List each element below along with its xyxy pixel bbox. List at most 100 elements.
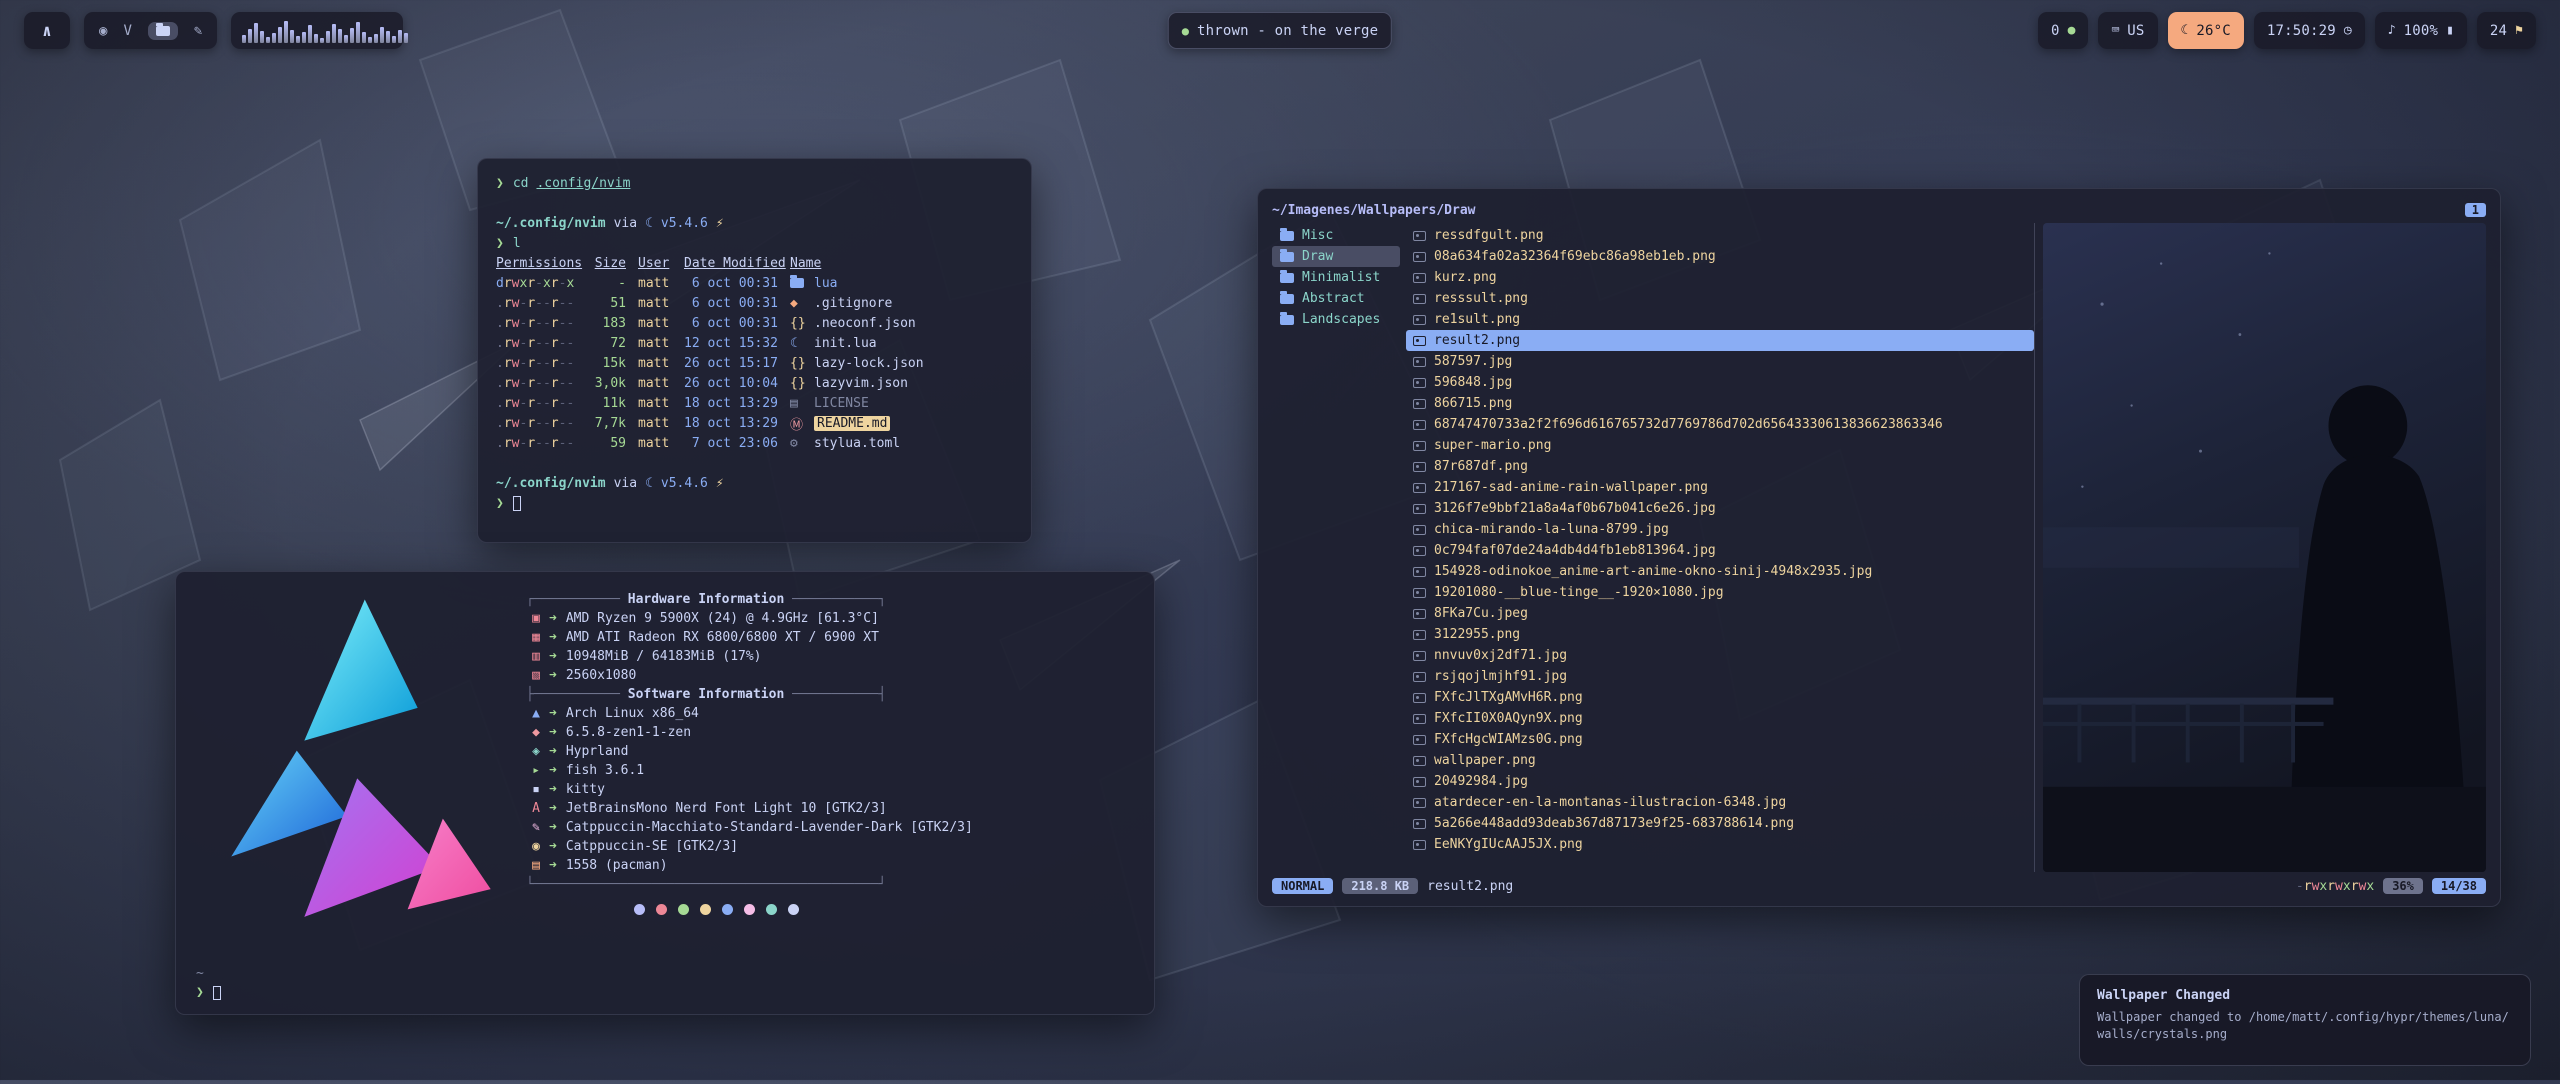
sidebar-folder-abstract[interactable]: Abstract xyxy=(1272,288,1400,309)
file-row[interactable]: .rw-r--r--51matt 6 oct 00:31◆.gitignore xyxy=(496,293,1013,313)
file-list-item[interactable]: 87r687df.png xyxy=(1406,456,2034,477)
file-row[interactable]: drwxr-xr-x-matt 6 oct 00:31lua xyxy=(496,273,1013,293)
file-name: LICENSE xyxy=(814,396,1013,411)
file-manager-window[interactable]: ~/Imagenes/Wallpapers/Draw 1 MiscDrawMin… xyxy=(1257,188,2501,907)
fetch-value: 1558 (pacman) xyxy=(566,858,668,873)
file-owner: matt xyxy=(638,416,684,431)
file-list-item[interactable]: result2.png xyxy=(1406,330,2034,351)
fetch-value: fish 3.6.1 xyxy=(566,763,644,778)
file-name: README.md xyxy=(814,416,890,431)
module-clock[interactable]: 17:50:29◷ xyxy=(2254,12,2365,49)
file-row[interactable]: .rw-r--r--11kmatt18 oct 13:29▤LICENSE xyxy=(496,393,1013,413)
notification-popup[interactable]: Wallpaper Changed Wallpaper changed to /… xyxy=(2079,974,2531,1066)
graph-bar xyxy=(332,24,336,43)
terminal-window-fetch[interactable]: ┌─────────── Hardware Information ──────… xyxy=(175,571,1155,1015)
fetch-item: ▧➜2560x1080 xyxy=(526,666,1134,685)
sidebar-folder-minimalist[interactable]: Minimalist xyxy=(1272,267,1400,288)
file-date: 6 oct 00:31 xyxy=(684,316,790,331)
file-list-item[interactable]: EeNKYgIUcAAJ5JX.png xyxy=(1406,834,2034,855)
image-file-icon xyxy=(1413,567,1426,577)
file-list-item[interactable]: ressdfgult.png xyxy=(1406,225,2034,246)
file-list-item[interactable]: rsjqojlmjhf91.jpg xyxy=(1406,666,2034,687)
bolt-icon: ⚡ xyxy=(716,476,724,491)
file-row[interactable]: .rw-r--r--3,0kmatt26 oct 10:04{}lazyvim.… xyxy=(496,373,1013,393)
tab-badge[interactable]: 1 xyxy=(2465,203,2486,217)
file-list-item[interactable]: 3122955.png xyxy=(1406,624,2034,645)
file-list-item[interactable]: 587597.jpg xyxy=(1406,351,2034,372)
palette-dot xyxy=(678,904,689,915)
chat-icon: V xyxy=(123,23,131,39)
file-list-item[interactable]: nnvuv0xj2df71.jpg xyxy=(1406,645,2034,666)
file-list-item[interactable]: FXfcHgcWIAMzs0G.png xyxy=(1406,729,2034,750)
launcher-button[interactable]: ∧ xyxy=(24,12,70,49)
image-file-icon xyxy=(1413,819,1426,829)
moon-icon: ☾ xyxy=(790,336,814,351)
file-list-item[interactable]: 19201080-__blue-tinge__-1920×1080.jpg xyxy=(1406,582,2034,603)
file-list-item[interactable]: kurz.png xyxy=(1406,267,2034,288)
file-list-item[interactable]: chica-mirando-la-luna-8799.jpg xyxy=(1406,519,2034,540)
file-list-item[interactable]: wallpaper.png xyxy=(1406,750,2034,771)
terminal-cursor[interactable] xyxy=(213,986,221,1000)
file-list-item[interactable]: super-mario.png xyxy=(1406,435,2034,456)
graph-bar xyxy=(272,33,276,43)
image-file-icon xyxy=(1413,651,1426,661)
file-name: rsjqojlmjhf91.jpg xyxy=(1434,669,1567,684)
workspace-chat[interactable]: V xyxy=(123,23,131,39)
file-list-item[interactable]: 68747470733a2f2f696d616765732d7769786d70… xyxy=(1406,414,2034,435)
file-owner: matt xyxy=(638,276,684,291)
file-row[interactable]: .rw-r--r--7,7kmatt18 oct 13:29ⓂREADME.md xyxy=(496,413,1013,433)
terminal-cursor[interactable] xyxy=(513,496,521,511)
file-list-item[interactable]: FXfcJlTXgAMvH6R.png xyxy=(1406,687,2034,708)
file-list-item[interactable]: 20492984.jpg xyxy=(1406,771,2034,792)
file-row[interactable]: .rw-r--r--183matt 6 oct 00:31{}.neoconf.… xyxy=(496,313,1013,333)
workspace-design[interactable]: ✎ xyxy=(194,23,202,39)
file-owner: matt xyxy=(638,316,684,331)
workspace-browser[interactable]: ◉ xyxy=(99,23,107,39)
file-name: FXfcHgcWIAMzs0G.png xyxy=(1434,732,1583,747)
module-updates[interactable]: 0● xyxy=(2038,12,2088,49)
file-list-item[interactable]: 08a634fa02a32364f69ebc86a98eb1eb.png xyxy=(1406,246,2034,267)
file-list-item[interactable]: 3126f7e9bbf21a8a4af0b67b041c6e26.jpg xyxy=(1406,498,2034,519)
module-notifications[interactable]: 24 ⚑ xyxy=(2477,12,2536,49)
folder-icon xyxy=(790,278,804,288)
file-owner: matt xyxy=(638,376,684,391)
file-list-item[interactable]: 0c794faf07de24a4db4d4fb1eb813964.jpg xyxy=(1406,540,2034,561)
box-border: ├─────────── xyxy=(526,687,628,702)
module-volume[interactable]: ♪100%▮ xyxy=(2375,12,2467,49)
arrow-icon: ➜ xyxy=(549,630,557,645)
braces-icon: {} xyxy=(790,376,814,391)
file-list-item[interactable]: 596848.jpg xyxy=(1406,372,2034,393)
file-size: 11k xyxy=(588,396,638,411)
git-icon: ◆ xyxy=(790,296,814,311)
file-list-item[interactable]: 866715.png xyxy=(1406,393,2034,414)
file-list-item[interactable]: FXfcII0X0AQyn9X.png xyxy=(1406,708,2034,729)
notifications-value: 24 xyxy=(2490,23,2507,39)
file-row[interactable]: .rw-r--r--15kmatt26 oct 15:17{}lazy-lock… xyxy=(496,353,1013,373)
module-keyboard[interactable]: ⌨US xyxy=(2098,12,2157,49)
fetch-value: Arch Linux x86_64 xyxy=(566,706,699,721)
bell-icon: ⚑ xyxy=(2515,23,2523,38)
sidebar-folder-draw[interactable]: Draw xyxy=(1272,246,1400,267)
folder-icon xyxy=(1280,231,1294,241)
prompt-path: ~ xyxy=(196,964,221,983)
sidebar-folder-landscapes[interactable]: Landscapes xyxy=(1272,309,1400,330)
file-list-item[interactable]: re1sult.png xyxy=(1406,309,2034,330)
now-playing-module[interactable]: ● thrown - on the verge xyxy=(1168,12,1392,49)
system-graph-module[interactable] xyxy=(231,12,403,49)
file-list-item[interactable]: 5a266e448add93deab367d87173e9f25-6837886… xyxy=(1406,813,2034,834)
file-row[interactable]: .rw-r--r--72matt12 oct 15:32☾init.lua xyxy=(496,333,1013,353)
file-list-item[interactable]: 154928-odinokoe_anime-art-anime-okno-sin… xyxy=(1406,561,2034,582)
file-list-item[interactable]: 217167-sad-anime-rain-wallpaper.png xyxy=(1406,477,2034,498)
file-list-item[interactable]: resssult.png xyxy=(1406,288,2034,309)
file-list-item[interactable]: 8FKa7Cu.jpeg xyxy=(1406,603,2034,624)
file-row[interactable]: .rw-r--r--59matt 7 oct 23:06⚙stylua.toml xyxy=(496,433,1013,453)
file-list-item[interactable]: atardecer-en-la-montanas-ilustracion-634… xyxy=(1406,792,2034,813)
notification-body: Wallpaper changed to /home/matt/.config/… xyxy=(2097,1009,2513,1043)
sidebar-folder-misc[interactable]: Misc xyxy=(1272,225,1400,246)
module-weather[interactable]: ☾26°C xyxy=(2168,12,2244,49)
file-name: 5a266e448add93deab367d87173e9f25-6837886… xyxy=(1434,816,1794,831)
software-title: Software Information xyxy=(628,687,785,702)
file-name: 3122955.png xyxy=(1434,627,1520,642)
workspace-files[interactable] xyxy=(148,22,178,40)
terminal-window-nvim[interactable]: ❯cd.config/nvim ~/.config/nvimvia☾v5.4.6… xyxy=(477,158,1032,543)
